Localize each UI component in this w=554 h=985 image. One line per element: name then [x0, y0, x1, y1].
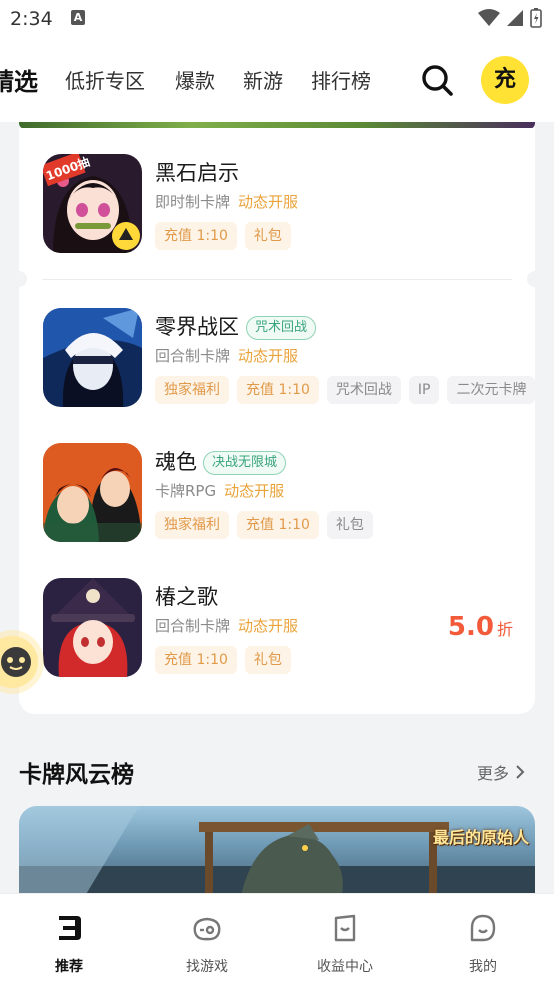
bottom-tab-find-game[interactable]: 找游戏	[138, 894, 276, 985]
tag-list: 充值 1:10 礼包	[155, 646, 291, 674]
tag: 礼包	[244, 646, 291, 674]
recharge-button[interactable]: 充	[481, 56, 529, 104]
game-name: 零界战区	[155, 315, 239, 339]
discount-value: 5.0	[447, 612, 494, 642]
divider	[42, 279, 512, 280]
battery-icon	[530, 8, 542, 28]
ranking-banner[interactable]: 最后的原始人	[19, 806, 535, 906]
bottom-tab-label: 找游戏	[186, 959, 228, 975]
bottom-tab-mine[interactable]: 我的	[414, 894, 552, 985]
tag: 独家福利	[155, 376, 229, 404]
game-item-heishiqishi[interactable]: 1000抽 黑石启示 即时制卡牌 动态开服 充值 1:10 礼包	[43, 154, 513, 254]
game-type: 卡牌RPG	[155, 482, 217, 500]
search-icon[interactable]	[419, 62, 455, 98]
tab-new[interactable]: 新游	[243, 65, 283, 94]
tag-list: 独家福利 充值 1:10 咒术回战 IP 二次元卡牌	[155, 376, 536, 404]
game-name: 椿之歌	[155, 585, 218, 609]
status-icons	[478, 8, 542, 28]
card-notch-left	[11, 271, 27, 287]
gamepad-face-icon	[1, 647, 31, 677]
tag-list: 充值 1:10 礼包	[155, 222, 291, 250]
tag: 礼包	[326, 511, 373, 539]
tag: IP	[408, 376, 440, 404]
top-nav: 精选 低折专区 爆款 新游 排行榜 充	[0, 38, 554, 122]
game-icon-chunzhige	[43, 578, 142, 677]
game-icon-heishiqishi: 1000抽	[43, 154, 142, 253]
status-time: 2:34	[10, 8, 53, 30]
game-name: 魂色	[155, 450, 197, 474]
tab-ranking[interactable]: 排行榜	[311, 65, 371, 94]
tab-low-discount[interactable]: 低折专区	[65, 65, 145, 94]
game-type: 回合制卡牌	[155, 347, 231, 365]
game-meta: 卡牌RPG 动态开服	[155, 480, 284, 501]
game-meta: 即时制卡牌 动态开服	[155, 191, 298, 212]
floating-gamepad-button[interactable]	[0, 636, 38, 688]
game-name: 黑石启示	[155, 161, 239, 185]
tag: 二次元卡牌	[447, 376, 536, 404]
bottom-tab-recommend[interactable]: 推荐	[0, 894, 138, 985]
tag: 充值 1:10	[237, 511, 319, 539]
more-label: 更多	[477, 764, 510, 783]
game-item-lingjiezhanqu[interactable]: 零界战区 咒术回战 回合制卡牌 动态开服 独家福利 充值 1:10 咒术回战 IP…	[43, 308, 536, 408]
tag: 充值 1:10	[155, 646, 237, 674]
game-item-hunse[interactable]: 魂色 决战无限城 卡牌RPG 动态开服 独家福利 充值 1:10 礼包	[43, 443, 513, 543]
more-link[interactable]: 更多	[477, 760, 525, 784]
discount-label: 5.0 折	[448, 612, 513, 642]
tag: 充值 1:10	[155, 222, 237, 250]
a-box-icon: A	[71, 10, 85, 25]
tag-list: 独家福利 充值 1:10 礼包	[155, 511, 373, 539]
game-open-server: 动态开服	[238, 193, 299, 211]
game-badge: 咒术回战	[246, 316, 317, 340]
game-type: 即时制卡牌	[155, 193, 231, 211]
tag: 礼包	[244, 222, 291, 250]
game-open-server: 动态开服	[224, 482, 285, 500]
tag: 充值 1:10	[237, 376, 319, 404]
tag: 咒术回战	[326, 376, 401, 404]
game-meta: 回合制卡牌 动态开服	[155, 615, 298, 636]
wifi-icon	[478, 9, 500, 26]
section-title: 卡牌风云榜	[19, 762, 134, 788]
tab-featured[interactable]: 精选	[0, 62, 38, 97]
bottom-tab-label: 我的	[469, 959, 497, 975]
game-open-server: 动态开服	[238, 617, 299, 635]
bottom-nav: 推荐 找游戏 收益中心 我的	[0, 893, 554, 985]
gamepad-icon	[193, 917, 221, 941]
recommend-icon	[59, 916, 81, 940]
bottom-tab-label: 推荐	[55, 959, 83, 975]
chevron-right-icon	[516, 765, 525, 779]
game-icon-lingjiezhanqu	[43, 308, 142, 407]
game-item-chunzhige[interactable]: 椿之歌 回合制卡牌 动态开服 充值 1:10 礼包 5.0 折	[43, 578, 513, 678]
banner-artwork	[19, 806, 535, 906]
profile-icon	[470, 914, 496, 942]
tag: 独家福利	[155, 511, 229, 539]
bottom-tab-earnings[interactable]: 收益中心	[276, 894, 414, 985]
game-icon-hunse	[43, 443, 142, 542]
game-open-server: 动态开服	[238, 347, 299, 365]
game-badge: 决战无限城	[203, 451, 287, 475]
game-type: 回合制卡牌	[155, 617, 231, 635]
discount-unit: 折	[496, 620, 513, 639]
status-bar: 2:34 A	[0, 0, 554, 38]
tab-hot[interactable]: 爆款	[175, 65, 215, 94]
game-meta: 回合制卡牌 动态开服	[155, 345, 298, 366]
wallet-icon	[334, 914, 356, 942]
bottom-tab-label: 收益中心	[317, 959, 373, 975]
card-notch-right	[527, 271, 543, 287]
banner-logo: 最后的原始人	[432, 828, 529, 847]
signal-icon	[507, 10, 523, 26]
